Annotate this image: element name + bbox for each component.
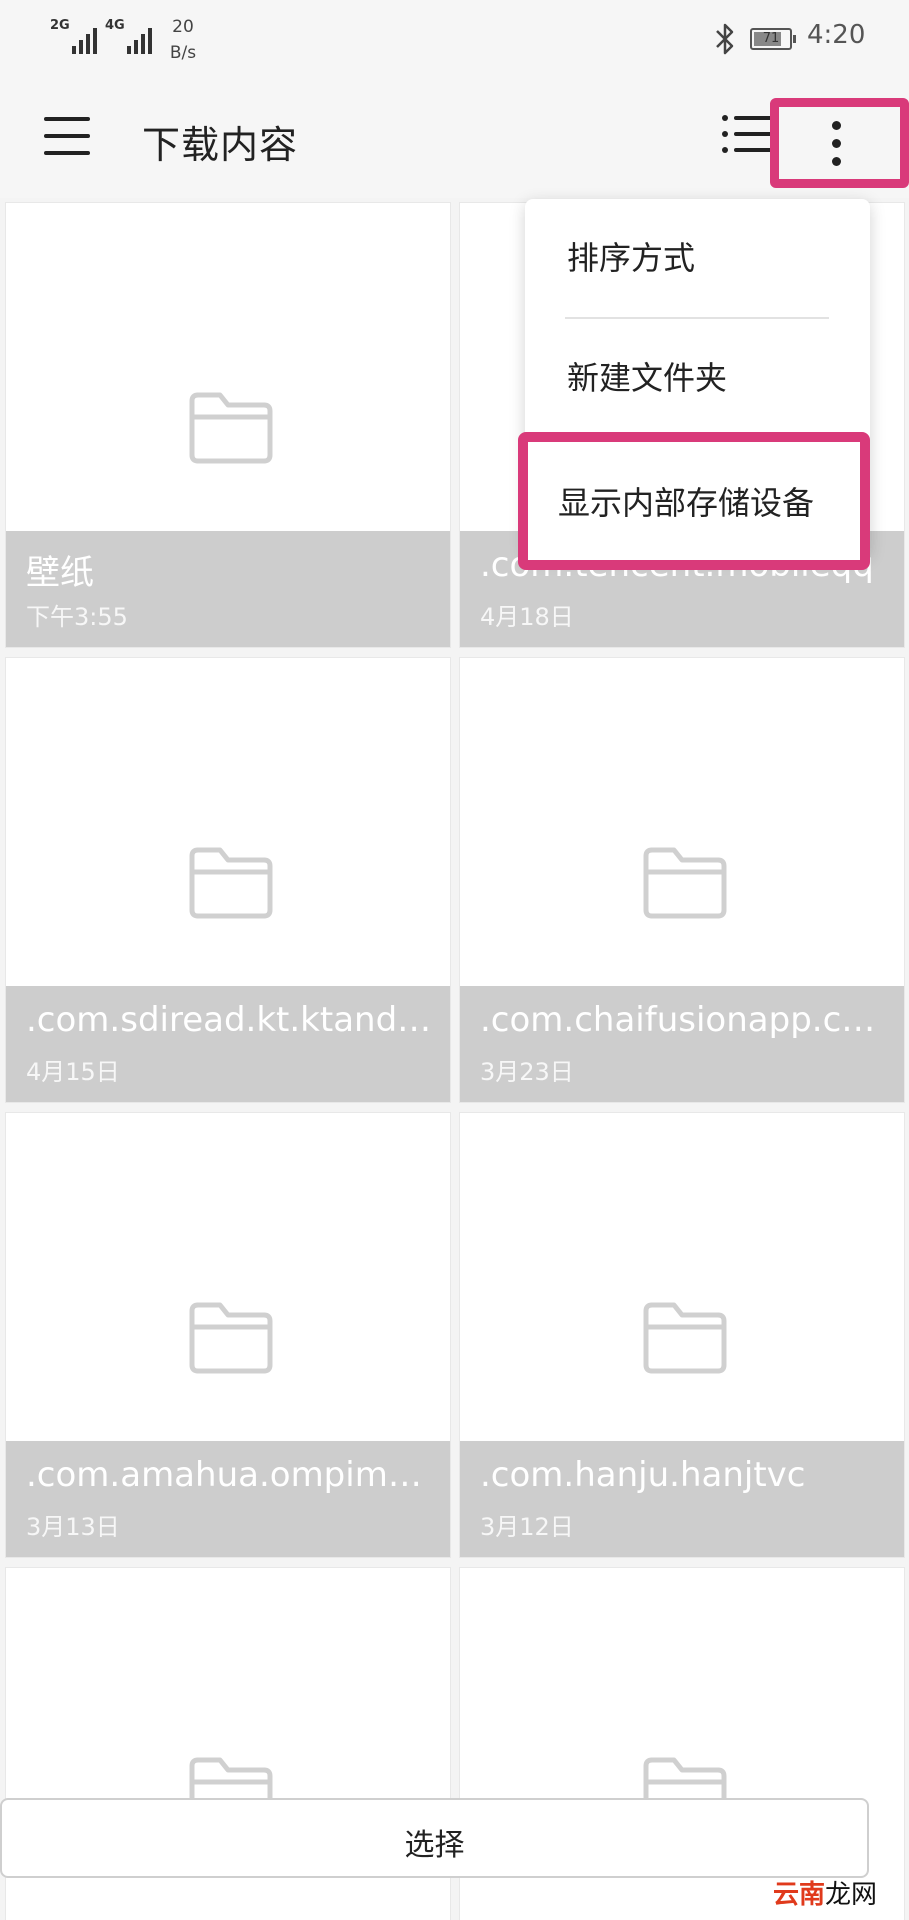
folder-date: 3月23日 xyxy=(480,1058,574,1086)
menu-item-new-folder[interactable]: 新建文件夹 xyxy=(525,319,870,439)
select-button-label: 选择 xyxy=(404,1828,465,1863)
folder-icon xyxy=(189,392,273,464)
watermark-part1: 云南 xyxy=(773,1880,826,1910)
folder-name: .com.sdiread.kt.ktandroid xyxy=(26,1000,436,1040)
folder-date: 3月12日 xyxy=(480,1513,574,1541)
network-speed: 20 B/s xyxy=(163,14,203,66)
network-speed-value: 20 xyxy=(172,17,194,37)
menu-item-label: 显示内部存储设备 xyxy=(558,484,815,522)
menu-item-label: 新建文件夹 xyxy=(567,359,728,397)
battery-icon: 71 xyxy=(750,28,796,50)
more-options-highlight xyxy=(770,98,909,188)
signal-2g-label: 2G xyxy=(50,18,70,33)
page-title: 下载内容 xyxy=(142,123,299,167)
folder-name: .com.hanju.hanjtvc xyxy=(480,1455,806,1495)
menu-item-label: 排序方式 xyxy=(567,239,696,277)
folder-icon xyxy=(643,1302,727,1374)
signal-4g-label: 4G xyxy=(105,18,125,33)
network-speed-unit: B/s xyxy=(169,43,197,63)
folder-info: .com.sdiread.kt.ktandroid 4月15日 xyxy=(6,986,450,1102)
folder-name: .com.chaifusionapp.camera xyxy=(480,1000,890,1040)
folder-info: .com.hanju.hanjtvc 3月12日 xyxy=(460,1441,904,1557)
folder-info: 壁纸 下午3:55 xyxy=(6,531,450,647)
more-vertical-icon[interactable] xyxy=(779,107,900,179)
select-button[interactable]: 选择 xyxy=(0,1798,869,1878)
folder-card[interactable]: .com.sdiread.kt.ktandroid 4月15日 xyxy=(5,657,451,1103)
folder-info: .com.chaifusionapp.camera 3月23日 xyxy=(460,986,904,1102)
folder-date: 4月15日 xyxy=(26,1058,120,1086)
folder-card[interactable]: .com.chaifusionapp.camera 3月23日 xyxy=(459,657,905,1103)
folder-icon xyxy=(189,847,273,919)
folder-card[interactable]: 壁纸 下午3:55 xyxy=(5,202,451,648)
battery-level: 71 xyxy=(762,31,780,46)
menu-item-show-internal-storage[interactable]: 显示内部存储设备 xyxy=(518,432,870,570)
folder-date: 下午3:55 xyxy=(26,603,128,631)
menu-item-sort[interactable]: 排序方式 xyxy=(525,199,870,319)
folder-date: 4月18日 xyxy=(480,603,574,631)
folder-card[interactable]: .com.hanju.hanjtvc 3月12日 xyxy=(459,1112,905,1558)
watermark-part2: 龙网 xyxy=(825,1880,878,1910)
status-bar: 2G 4G 20 B/s 71 4:20 xyxy=(0,0,909,80)
menu-icon[interactable] xyxy=(44,115,96,159)
folder-date: 3月13日 xyxy=(26,1513,120,1541)
watermark: 云南龙网 xyxy=(773,1874,877,1911)
folder-name: .com.amahua.ompimdrt xyxy=(26,1455,436,1495)
list-view-icon[interactable] xyxy=(718,113,776,159)
folder-icon xyxy=(189,1302,273,1374)
folder-card[interactable]: .com.amahua.ompimdrt 3月13日 xyxy=(5,1112,451,1558)
clock: 4:20 xyxy=(807,20,866,50)
folder-name: 壁纸 xyxy=(26,553,94,593)
folder-info: .com.amahua.ompimdrt 3月13日 xyxy=(6,1441,450,1557)
bluetooth-icon xyxy=(716,23,734,55)
folder-icon xyxy=(643,847,727,919)
